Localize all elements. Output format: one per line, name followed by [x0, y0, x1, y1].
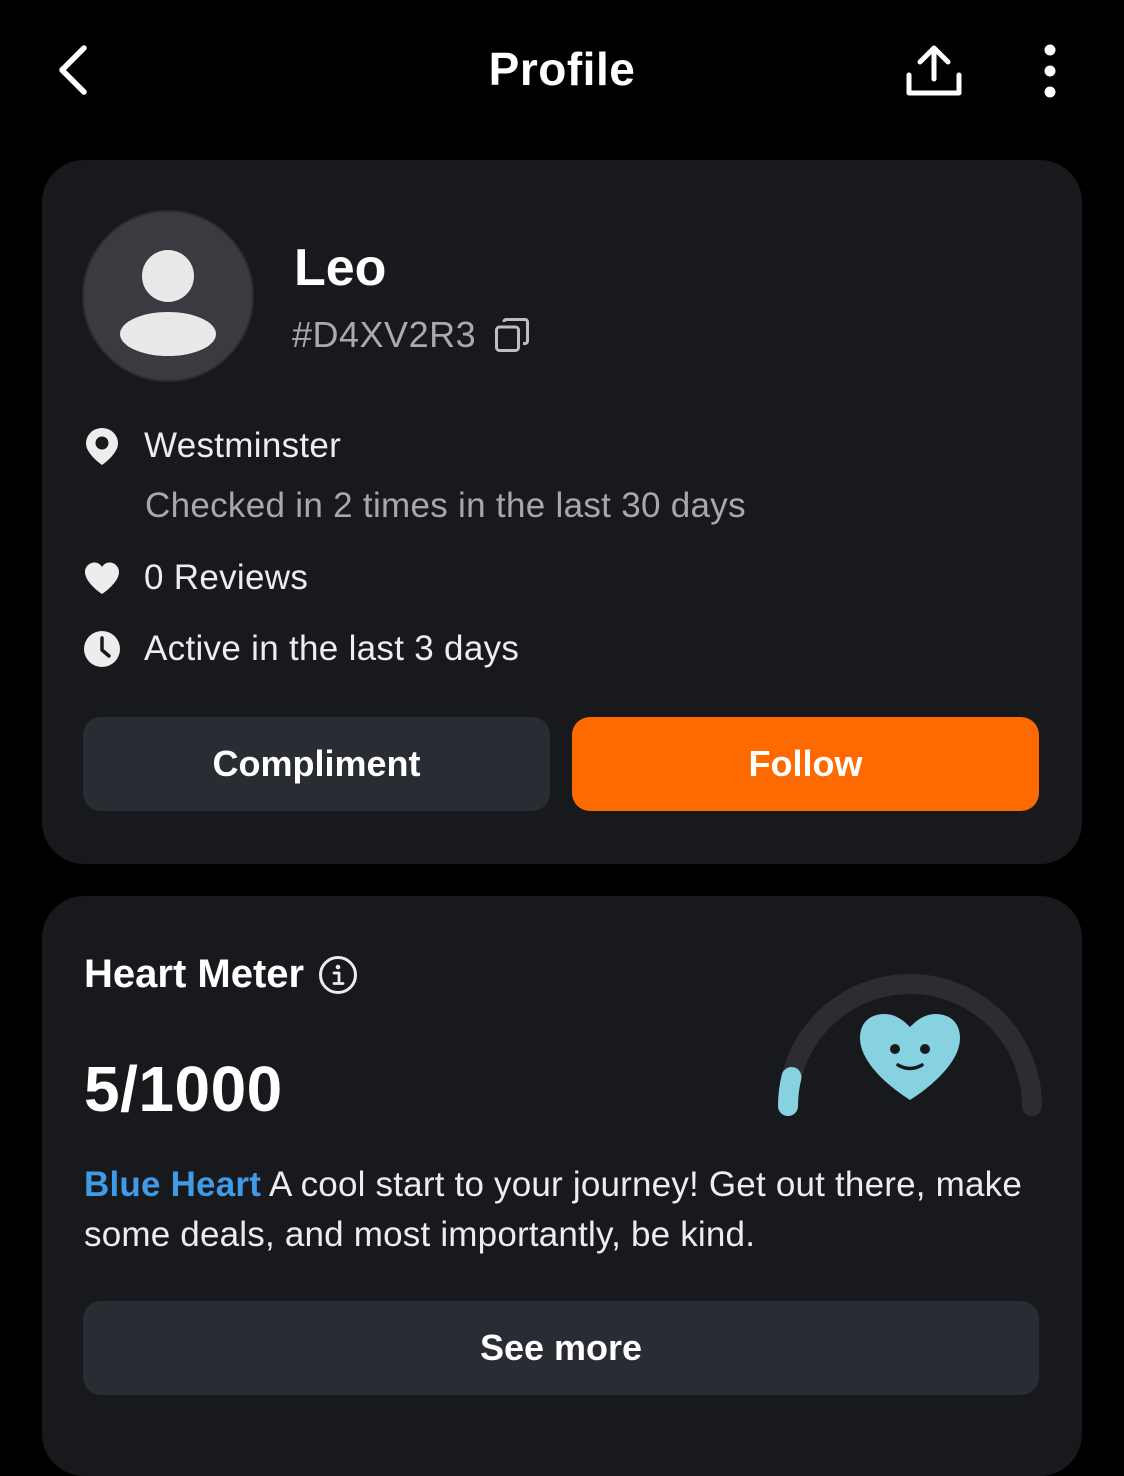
- heart-meter-info-button[interactable]: [318, 955, 358, 995]
- reviews-row[interactable]: 0 Reviews: [82, 558, 308, 598]
- smiling-heart-icon: [860, 1014, 960, 1100]
- default-avatar-icon: [120, 250, 216, 356]
- user-id-row: #D4XV2R3: [292, 314, 532, 356]
- activity-row: Active in the last 3 days: [82, 629, 519, 669]
- user-id: #D4XV2R3: [292, 314, 477, 355]
- copy-icon: [495, 318, 530, 352]
- more-options-button[interactable]: [1024, 38, 1076, 104]
- heart-meter-card: Heart Meter 5/1000 Blue Heart A cool sta…: [42, 896, 1082, 1476]
- copy-id-button[interactable]: [492, 315, 532, 355]
- avatar[interactable]: [84, 212, 252, 380]
- compliment-button[interactable]: Compliment: [83, 717, 550, 811]
- profile-card: Leo #D4XV2R3 Westminster Checked in 2 ti…: [42, 160, 1082, 864]
- share-button[interactable]: [898, 38, 970, 104]
- heart-meter-score: 5/1000: [84, 1053, 283, 1125]
- top-bar: Profile: [0, 0, 1124, 140]
- checkins-text: Checked in 2 times in the last 30 days: [145, 486, 746, 525]
- heart-meter-title: Heart Meter: [84, 952, 305, 996]
- heart-meter-gauge: [778, 974, 1042, 1116]
- heart-meter-header: Heart Meter: [84, 952, 358, 997]
- info-icon: [319, 955, 358, 994]
- see-more-button[interactable]: See more: [83, 1301, 1039, 1395]
- location-text: Westminster: [144, 426, 342, 465]
- heart-icon: [82, 558, 122, 598]
- location-pin-icon: [82, 426, 122, 466]
- location-row: Westminster: [82, 426, 341, 466]
- activity-text: Active in the last 3 days: [144, 629, 520, 668]
- more-vertical-icon: [1044, 44, 1056, 98]
- heart-meter-description: Blue Heart A cool start to your journey!…: [84, 1160, 1044, 1260]
- user-name: Leo: [294, 239, 387, 297]
- clock-icon: [82, 629, 122, 669]
- share-upload-icon: [906, 45, 962, 96]
- follow-button[interactable]: Follow: [572, 717, 1039, 811]
- gauge-fill: [778, 1067, 802, 1116]
- heart-level-label: Blue Heart: [84, 1165, 262, 1204]
- reviews-text: 0 Reviews: [144, 558, 309, 597]
